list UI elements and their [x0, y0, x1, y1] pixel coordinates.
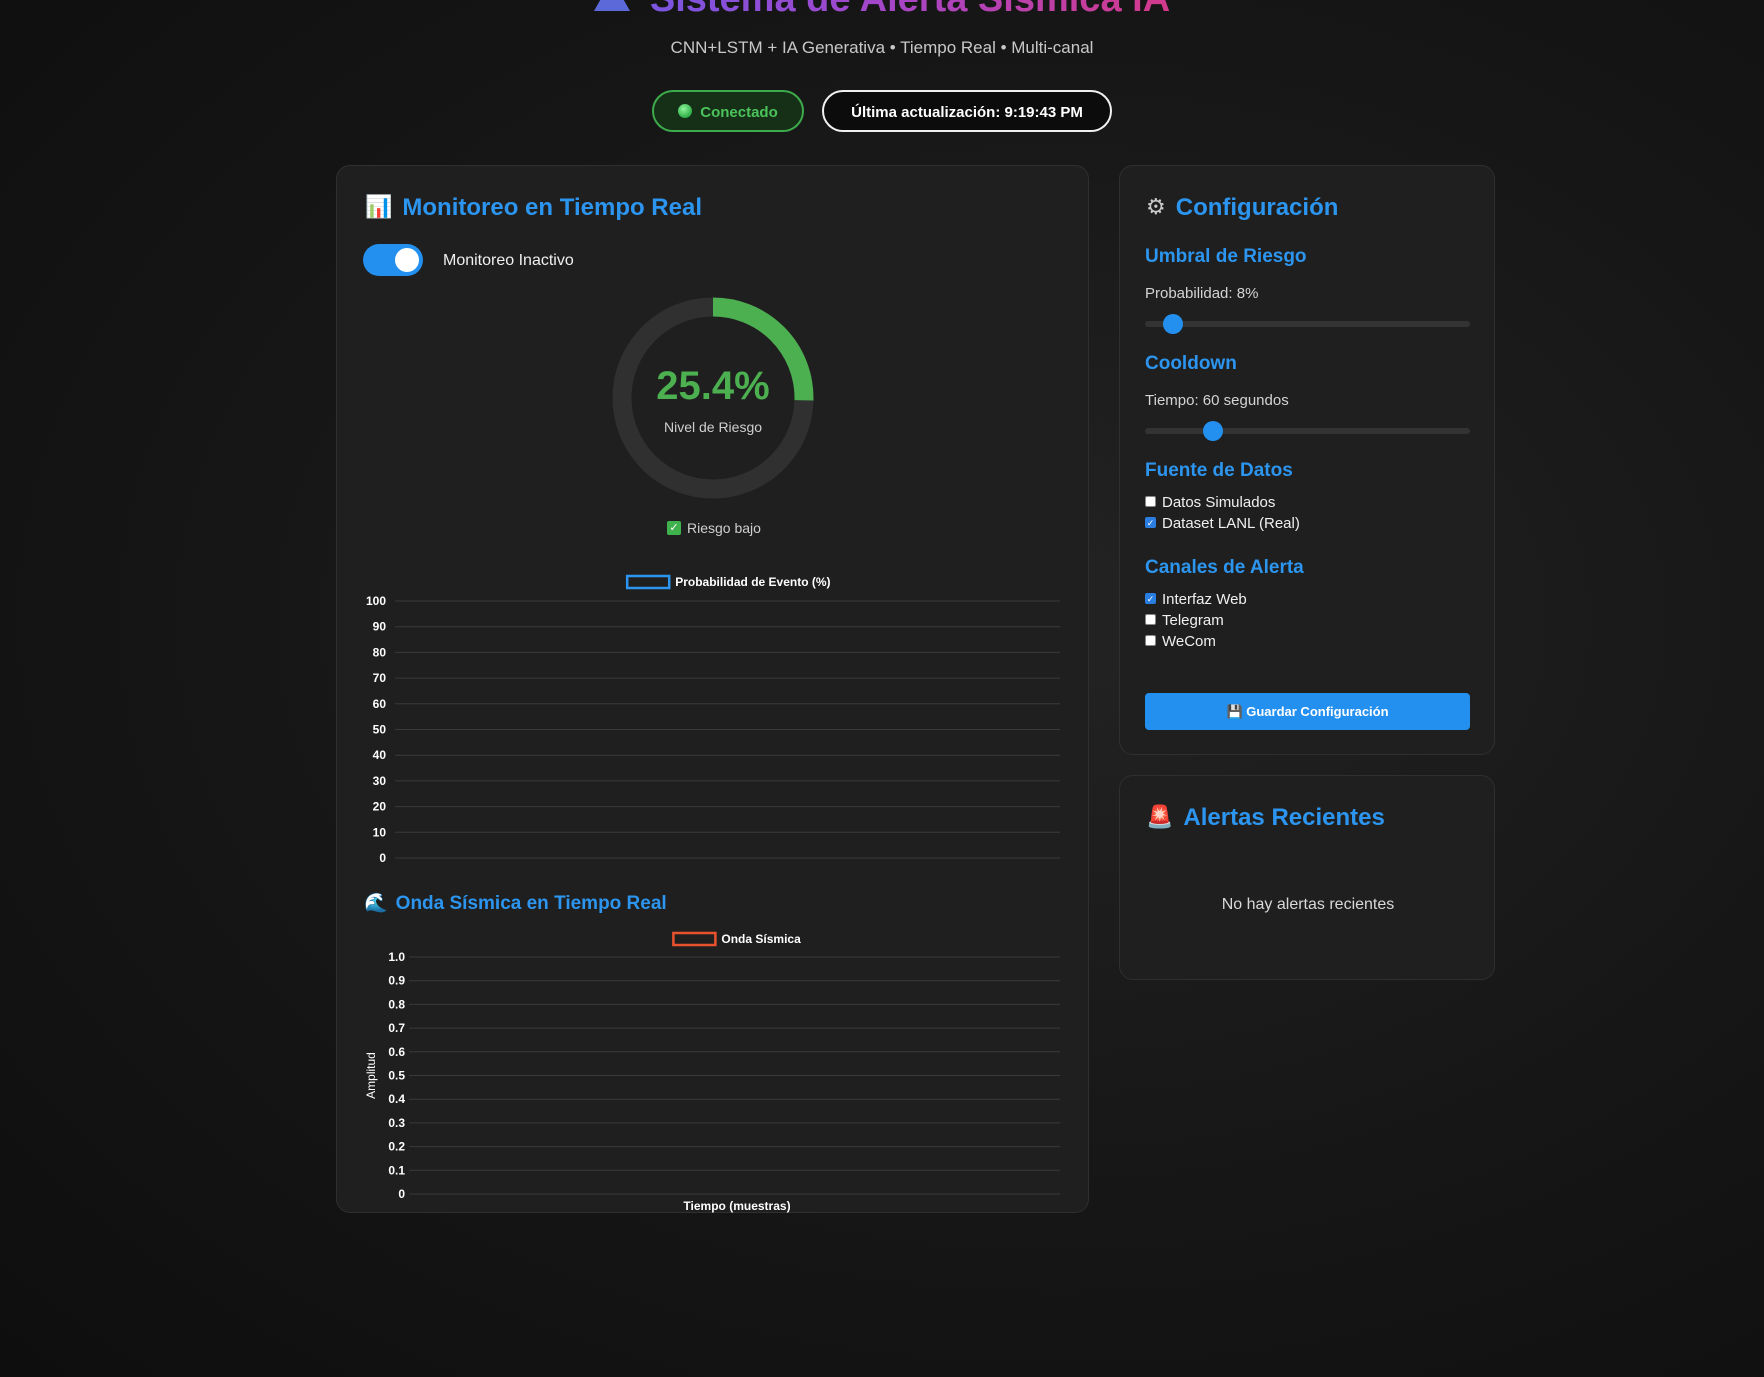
- y-tick-label: 90: [373, 620, 387, 634]
- wave-icon: 🌊: [364, 893, 388, 914]
- y-tick-label: 0.1: [388, 1163, 405, 1177]
- y-axis-label: Amplitud: [364, 1052, 378, 1099]
- alerts-title: 🚨 Alertas Recientes: [1146, 803, 1385, 831]
- y-tick-label: 0: [379, 851, 386, 865]
- wave-section-title: 🌊 Onda Sísmica en Tiempo Real: [364, 893, 667, 914]
- checkbox-simulated[interactable]: [1145, 495, 1156, 507]
- y-tick-label: 70: [373, 671, 387, 685]
- y-tick-label: 1.0: [388, 950, 405, 964]
- status-dot-icon: [678, 104, 693, 119]
- cooldown-slider[interactable]: [1145, 421, 1470, 441]
- channels-heading: Canales de Alerta: [1145, 557, 1304, 578]
- page-subtitle: CNN+LSTM + IA Generativa • Tiempo Real •…: [670, 38, 1094, 57]
- y-tick-label: 80: [373, 645, 387, 659]
- y-tick-label: 20: [373, 800, 387, 814]
- bar-chart-icon: 📊: [365, 193, 393, 219]
- config-card: ⚙ Configuración Umbral de Riesgo Probabil…: [1119, 165, 1495, 755]
- save-config-button[interactable]: 💾 Guardar Configuración: [1145, 693, 1470, 730]
- y-tick-label: 0.9: [388, 974, 405, 988]
- alerts-card: 🚨 Alertas Recientes No hay alertas recien…: [1119, 775, 1495, 980]
- checkbox-lanl[interactable]: ✓: [1145, 516, 1156, 528]
- y-tick-label: 0.5: [388, 1069, 405, 1083]
- y-tick-label: 0.6: [388, 1045, 405, 1059]
- y-tick-label: 0.2: [388, 1140, 405, 1154]
- channel-option-telegram[interactable]: Telegram: [1145, 612, 1224, 629]
- floppy-disk-icon: 💾: [1226, 704, 1243, 719]
- risk-level-tag: ✓ Riesgo bajo: [667, 520, 761, 536]
- legend-swatch: [625, 574, 671, 590]
- monitor-card: 📊 Monitoreo en Tiempo Real Monitoreo Inac…: [336, 165, 1089, 1213]
- x-axis-label: Tiempo (muestras): [683, 1199, 790, 1213]
- last-update-badge: Última actualización: 9:19:43 PM: [822, 90, 1112, 132]
- y-tick-label: 0.8: [388, 997, 405, 1011]
- legend-label: Onda Sísmica: [721, 932, 801, 946]
- threshold-value-text: Probabilidad: 8%: [1145, 285, 1259, 302]
- alerts-empty-text: No hay alertas recientes: [1221, 896, 1395, 913]
- y-tick-label: 10: [373, 825, 387, 839]
- y-tick-label: 0: [398, 1187, 405, 1201]
- probability-chart-svg: Probabilidad de Evento (%)10090807060504…: [366, 574, 1060, 865]
- checkbox-web[interactable]: ✓: [1145, 592, 1156, 604]
- y-tick-label: 0.7: [388, 1021, 405, 1035]
- threshold-slider-thumb[interactable]: [1163, 314, 1183, 334]
- channel-option-wecom[interactable]: WeCom: [1145, 633, 1216, 650]
- page-title: Sistema de Alerta Sísmica IA: [0, 0, 1764, 21]
- siren-icon: 🚨: [1146, 803, 1174, 829]
- probability-chart: Probabilidad de Evento (%) 100 90 80 70 60 50 4…: [337, 568, 1090, 868]
- cooldown-value-text: Tiempo: 60 segundos: [1145, 392, 1289, 409]
- checkbox-telegram[interactable]: [1145, 613, 1156, 625]
- y-tick-label: 0.4: [388, 1092, 405, 1106]
- threshold-heading: Umbral de Riesgo: [1145, 246, 1307, 267]
- legend-label: Probabilidad de Evento (%): [675, 575, 830, 589]
- y-tick-label: 50: [373, 723, 387, 737]
- risk-value: 25.4%: [656, 364, 770, 408]
- checkbox-wecom[interactable]: [1145, 634, 1156, 646]
- risk-label: Nivel de Riesgo: [663, 419, 763, 435]
- cooldown-slider-thumb[interactable]: [1202, 421, 1223, 441]
- config-title: ⚙ Configuración: [1146, 193, 1339, 221]
- wave-chart: Onda Sísmica 1.0 0.9 0.8 0.7 0.6 0.5 0.4 0.3 0.2 0…: [337, 923, 1090, 1213]
- gear-icon: ⚙: [1146, 193, 1166, 219]
- connection-status-badge: Conectado: [652, 90, 804, 132]
- y-tick-label: 40: [373, 748, 387, 762]
- threshold-slider[interactable]: [1145, 314, 1470, 334]
- y-tick-label: 0.3: [388, 1116, 405, 1130]
- monitor-title: 📊 Monitoreo en Tiempo Real: [365, 193, 702, 221]
- source-option-lanl[interactable]: ✓ Dataset LANL (Real): [1145, 515, 1300, 532]
- warning-icon: [593, 0, 630, 11]
- toggle-knob: [395, 248, 419, 272]
- monitor-toggle-label: Monitoreo Inactivo: [443, 252, 574, 269]
- check-icon: ✓: [667, 521, 681, 536]
- cooldown-heading: Cooldown: [1145, 353, 1237, 374]
- y-tick-label: 100: [366, 594, 386, 608]
- y-tick-label: 30: [373, 774, 387, 788]
- monitor-toggle[interactable]: [363, 244, 423, 276]
- wave-chart-svg: Onda Sísmica 1.0 0.9 0.8 0.7 0.6 0.5 0.4 0.3 0.2 0…: [364, 931, 1060, 1213]
- status-row: Conectado Última actualización: 9:19:43 P…: [0, 90, 1764, 132]
- source-option-simulated[interactable]: Datos Simulados: [1145, 494, 1275, 511]
- y-tick-label: 60: [373, 697, 387, 711]
- legend-swatch: [672, 931, 717, 947]
- source-heading: Fuente de Datos: [1145, 460, 1293, 481]
- channel-option-web[interactable]: ✓ Interfaz Web: [1145, 591, 1247, 608]
